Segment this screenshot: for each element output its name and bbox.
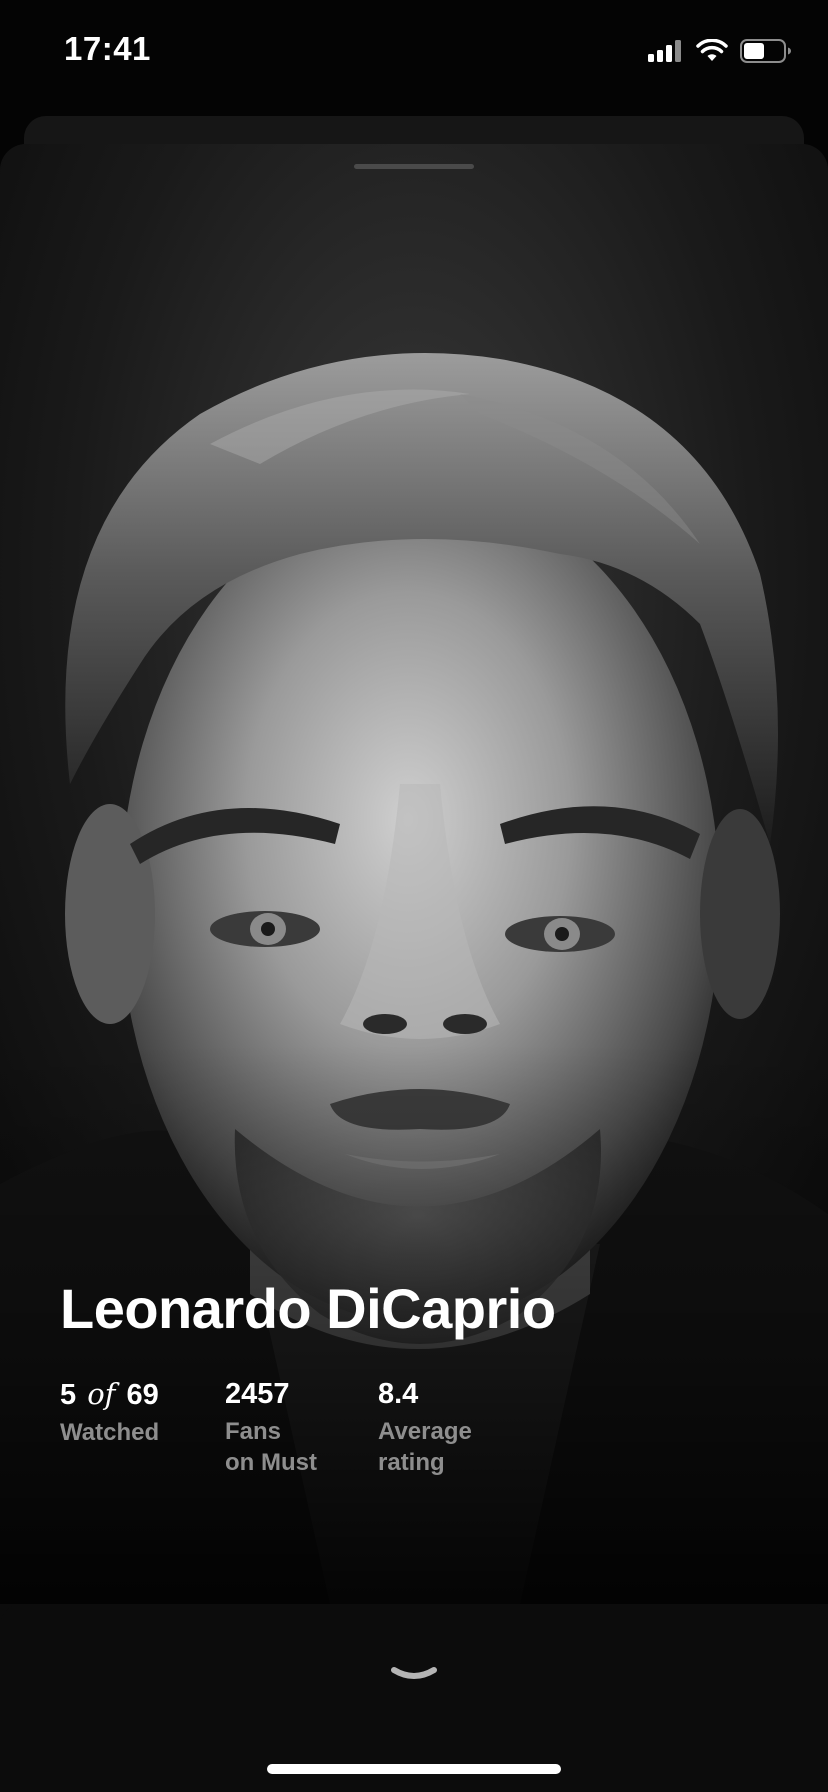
- battery-icon: [740, 39, 791, 63]
- watched-count: 5: [60, 1379, 77, 1411]
- stat-rating-label-line2: rating: [378, 1449, 445, 1476]
- stat-fans-label-line2: on Must: [225, 1449, 317, 1476]
- stat-fans-label: Fans on Must: [225, 1416, 395, 1478]
- cellular-signal-icon: [648, 40, 681, 62]
- stat-rating: 8.4 Average rating: [378, 1376, 548, 1478]
- status-time: 17:41: [64, 30, 151, 67]
- screen: 17:41 Leonardo DiCaprio 5 of 69 Watched …: [0, 0, 828, 1792]
- watched-total: 69: [126, 1379, 159, 1411]
- stat-watched: 5 of 69 Watched: [60, 1376, 230, 1448]
- person-name: Leonardo DiCaprio: [60, 1277, 556, 1340]
- watched-of: of: [87, 1377, 116, 1411]
- status-bar: 17:41: [0, 0, 828, 100]
- person-stats: 5 of 69 Watched 2457 Fans on Must 8.4 Av…: [60, 1376, 760, 1496]
- stat-fans-value: 2457: [225, 1378, 290, 1410]
- wifi-icon: [696, 39, 728, 61]
- chevron-down-icon[interactable]: [390, 1664, 438, 1688]
- stat-rating-label: Average rating: [378, 1416, 548, 1478]
- stat-fans-label-line1: Fans: [225, 1418, 282, 1445]
- stat-watched-value: 5 of 69: [60, 1376, 230, 1413]
- person-sheet: Leonardo DiCaprio 5 of 69 Watched 2457 F…: [0, 144, 828, 1792]
- stat-rating-label-line1: Average: [378, 1418, 472, 1445]
- home-indicator[interactable]: [267, 1764, 561, 1774]
- stat-fans: 2457 Fans on Must: [225, 1376, 395, 1478]
- status-icons: [648, 36, 792, 66]
- stat-watched-label: Watched: [60, 1419, 160, 1446]
- stat-rating-value: 8.4: [378, 1378, 419, 1410]
- sheet-grabber[interactable]: [354, 164, 474, 169]
